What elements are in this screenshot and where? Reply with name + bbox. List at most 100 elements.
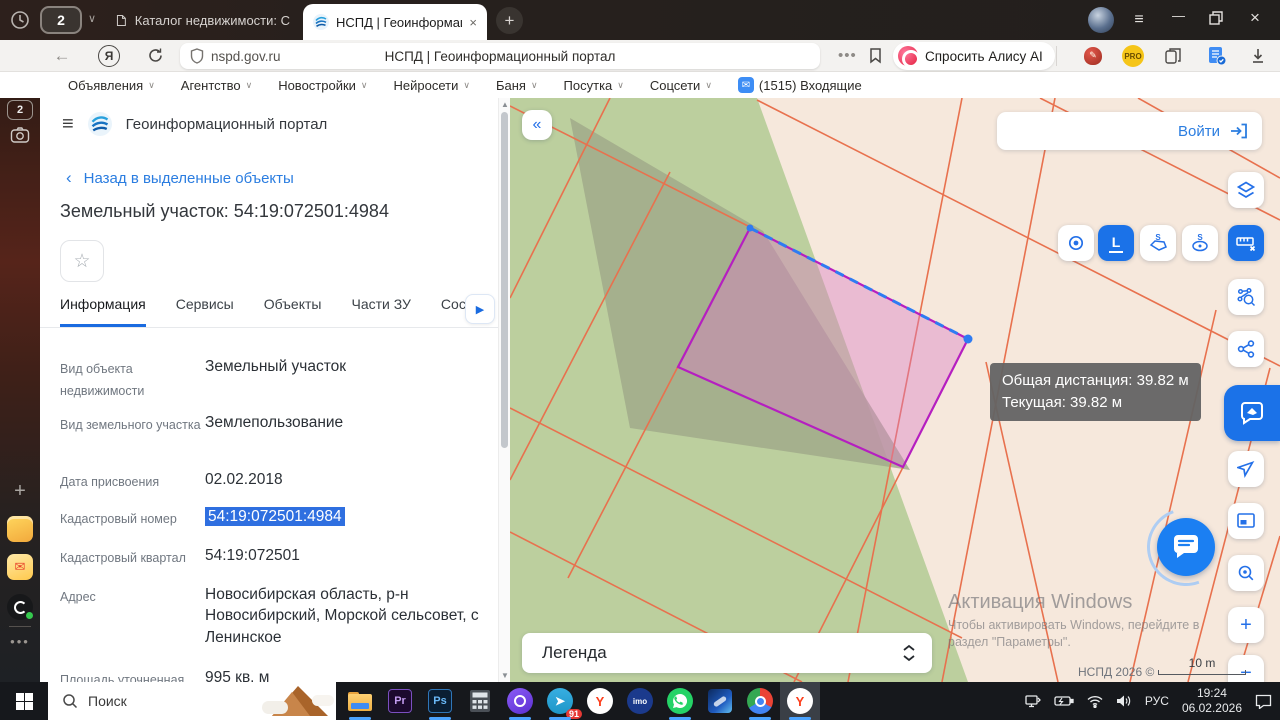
object-search-button[interactable] bbox=[1228, 279, 1264, 315]
shield-icon[interactable] bbox=[190, 48, 204, 64]
taskbar-yandex[interactable]: Y bbox=[580, 682, 620, 720]
taskbar-photoshop[interactable]: Ps bbox=[420, 682, 460, 720]
search-icon bbox=[62, 693, 78, 709]
measure-area-polygon-button[interactable]: S bbox=[1140, 225, 1176, 261]
back-arrow-icon[interactable]: ← bbox=[50, 46, 74, 66]
browser-menu-icon[interactable]: ≡ bbox=[1128, 9, 1150, 31]
app-title: Геоинформационный портал bbox=[126, 116, 328, 133]
map-scale: 10 m bbox=[1158, 656, 1246, 675]
bookmark-folder[interactable]: Нейросети∨ bbox=[394, 78, 470, 93]
window-restore-button[interactable] bbox=[1208, 10, 1224, 26]
tab-inactive[interactable]: Каталог недвижимости: С bbox=[108, 0, 298, 40]
bookmark-inbox[interactable]: ✉(1515) Входящие bbox=[738, 77, 862, 93]
volume-icon[interactable] bbox=[1116, 694, 1132, 708]
language-indicator[interactable]: РУС bbox=[1145, 694, 1169, 708]
sidebar-tab-counter[interactable]: 2 bbox=[0, 100, 40, 120]
reload-icon[interactable] bbox=[143, 47, 167, 64]
measure-end-point[interactable] bbox=[964, 335, 973, 344]
measure-area-ellipse-button[interactable]: S bbox=[1182, 225, 1218, 261]
tab-services[interactable]: Сервисы bbox=[176, 296, 234, 327]
download-icon[interactable] bbox=[1250, 47, 1266, 64]
feedback-draw-button-active[interactable] bbox=[1224, 385, 1280, 441]
yandex-mail-icon[interactable]: ✉ bbox=[0, 554, 40, 580]
sidebar-add-icon[interactable]: + bbox=[0, 480, 40, 503]
tab-information[interactable]: Информация bbox=[60, 296, 146, 327]
yandex-search-icon[interactable]: Я bbox=[98, 45, 120, 67]
taskbar-calculator[interactable] bbox=[460, 682, 500, 720]
scrollbar-thumb[interactable] bbox=[501, 112, 508, 448]
collapse-panel-button[interactable]: « bbox=[522, 110, 552, 140]
ask-alice-button[interactable]: Спросить Алису AI bbox=[893, 42, 1055, 70]
taskbar-yandex-browser-active[interactable]: Y bbox=[780, 682, 820, 720]
layers-button[interactable] bbox=[1228, 172, 1264, 208]
window-close-button[interactable]: × bbox=[1250, 8, 1260, 28]
pro-badge[interactable]: PRO bbox=[1122, 45, 1144, 67]
measure-point-button[interactable] bbox=[1058, 225, 1094, 261]
taskbar-search-box[interactable]: Поиск bbox=[48, 682, 336, 720]
field-row: Вид объекта недвижимости Земельный участ… bbox=[60, 356, 488, 403]
taskbar-imo[interactable]: imo bbox=[620, 682, 660, 720]
bookmark-folder[interactable]: Посутка∨ bbox=[564, 78, 624, 93]
login-button[interactable]: Войти bbox=[997, 112, 1262, 150]
bookmark-folder[interactable]: Соцсети∨ bbox=[650, 78, 712, 93]
battery-icon[interactable] bbox=[1054, 695, 1074, 707]
taskbar-3d-app[interactable] bbox=[700, 682, 740, 720]
collections-icon[interactable] bbox=[1164, 47, 1182, 65]
chevron-down-icon: ∨ bbox=[361, 80, 368, 91]
bookmark-flag-icon[interactable] bbox=[868, 47, 883, 64]
favorite-star-button[interactable]: ☆ bbox=[60, 240, 104, 282]
bookmark-folder[interactable]: Баня∨ bbox=[496, 78, 538, 93]
minimap-button[interactable] bbox=[1228, 503, 1264, 539]
tab-objects[interactable]: Объекты bbox=[264, 296, 322, 327]
address-field[interactable]: nspd.gov.ru НСПД | Геоинформационный пор… bbox=[180, 43, 820, 69]
wifi-icon[interactable] bbox=[1087, 695, 1103, 708]
taskbar-file-explorer[interactable] bbox=[340, 682, 380, 720]
sidebar-more-icon[interactable]: ••• bbox=[0, 634, 40, 649]
taskbar-clock[interactable]: 19:2406.02.2026 bbox=[1182, 686, 1242, 716]
map-canvas[interactable]: « Войти L S S + − Общая дистанция: 39.82 bbox=[510, 98, 1280, 682]
measure-start-point bbox=[747, 225, 754, 232]
taskbar-whatsapp[interactable] bbox=[660, 682, 700, 720]
taskbar-telegram[interactable]: ➤91 bbox=[540, 682, 580, 720]
address-bar: ← Я nspd.gov.ru НСПД | Геоинформационный… bbox=[0, 40, 1280, 72]
yandex-music-icon[interactable] bbox=[0, 594, 40, 620]
new-tab-button[interactable]: + bbox=[496, 7, 523, 34]
tab-active[interactable]: НСПД | Геоинформаци × bbox=[303, 4, 487, 40]
measure-length-button-active[interactable]: L bbox=[1098, 225, 1134, 261]
bookmark-folder[interactable]: Новостройки∨ bbox=[278, 78, 367, 93]
zoom-in-button[interactable]: + bbox=[1228, 607, 1264, 643]
weather-widget-image[interactable] bbox=[256, 682, 336, 720]
tab-parts[interactable]: Части ЗУ bbox=[351, 296, 410, 327]
cadastral-number-selected[interactable]: 54:19:072501:4984 bbox=[205, 506, 488, 531]
tray-expand-icon[interactable] bbox=[1025, 694, 1041, 708]
tab-list-chevron-icon[interactable]: ∨ bbox=[88, 12, 96, 25]
tabs-scroll-right-button[interactable]: ▶ bbox=[465, 294, 495, 324]
expand-collapse-icon[interactable] bbox=[902, 644, 916, 662]
stamp-edit-icon[interactable]: ✎ bbox=[1080, 43, 1106, 69]
profile-avatar[interactable] bbox=[1088, 7, 1114, 33]
history-clock-icon[interactable] bbox=[8, 8, 32, 32]
panel-scrollbar[interactable]: ▲ ▼ bbox=[498, 98, 510, 682]
legend-panel[interactable]: Легенда bbox=[522, 633, 932, 673]
bookmark-folder[interactable]: Агентство∨ bbox=[181, 78, 252, 93]
tab-counter-button[interactable]: 2 bbox=[40, 6, 82, 34]
start-button[interactable] bbox=[0, 682, 48, 720]
my-location-button[interactable] bbox=[1228, 451, 1264, 487]
more-icon[interactable]: ••• bbox=[838, 47, 857, 64]
notification-icon[interactable] bbox=[1255, 694, 1272, 709]
menu-hamburger-icon[interactable]: ≡ bbox=[62, 113, 74, 136]
bookmark-folder[interactable]: Объявления∨ bbox=[68, 78, 155, 93]
back-to-selected-link[interactable]: ‹ Назад в выделенные объекты bbox=[66, 168, 294, 188]
screenshot-camera-icon[interactable] bbox=[0, 126, 40, 144]
chat-button[interactable] bbox=[1157, 518, 1215, 576]
taskbar-premiere[interactable]: Pr bbox=[380, 682, 420, 720]
share-button[interactable] bbox=[1228, 331, 1264, 367]
taskbar-chat-app[interactable] bbox=[500, 682, 540, 720]
yandex-notes-icon[interactable] bbox=[0, 516, 40, 542]
tab-close-icon[interactable]: × bbox=[469, 15, 477, 30]
search-on-map-button[interactable] bbox=[1228, 555, 1264, 591]
docs-sync-icon[interactable] bbox=[1205, 44, 1229, 68]
taskbar-chrome[interactable] bbox=[740, 682, 780, 720]
measure-clear-button[interactable] bbox=[1228, 225, 1264, 261]
window-minimize-button[interactable]: — bbox=[1172, 8, 1185, 23]
